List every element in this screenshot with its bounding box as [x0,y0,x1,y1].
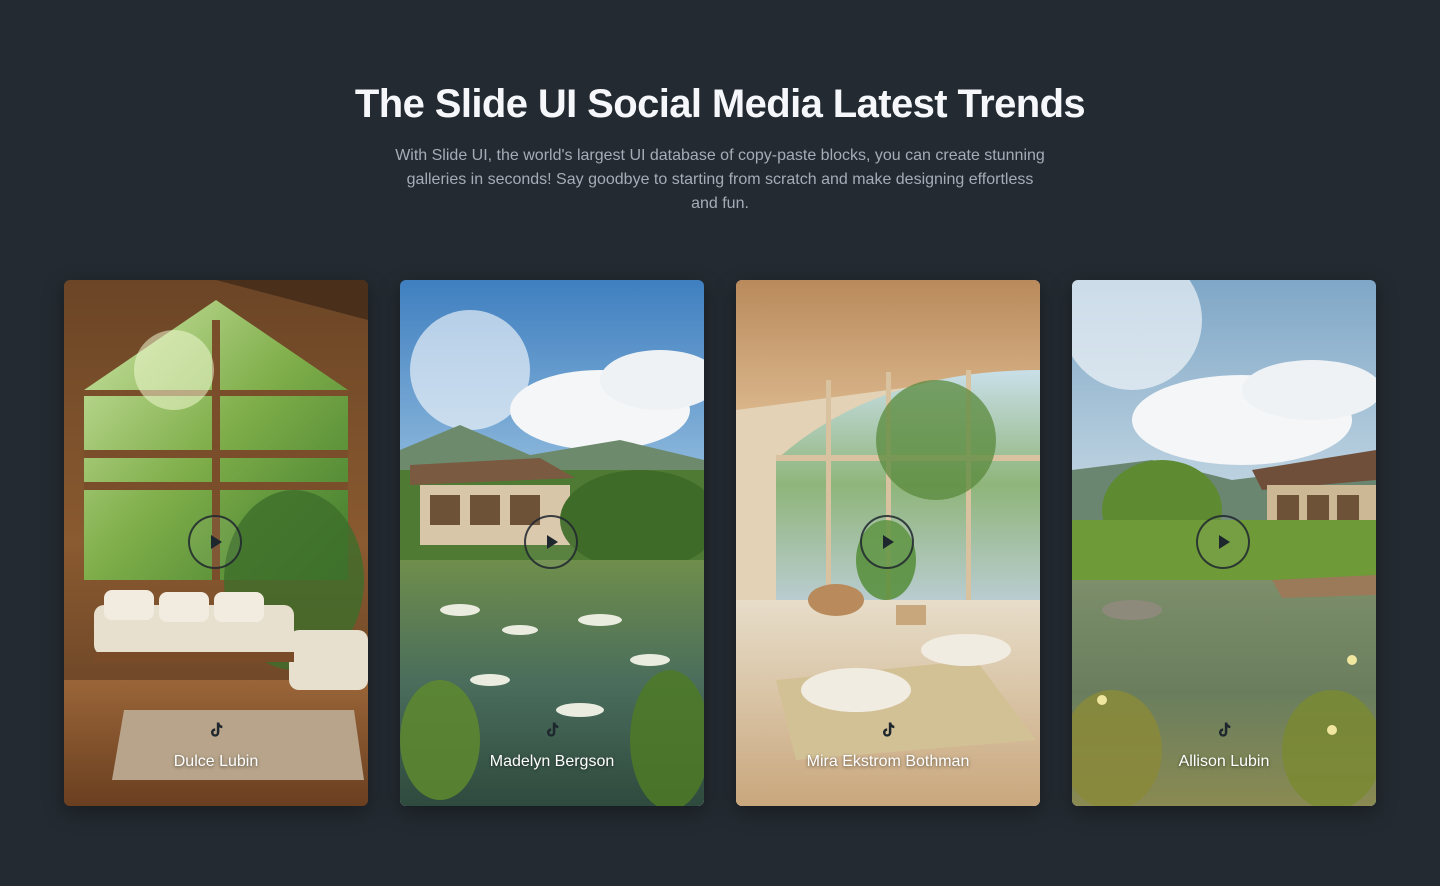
play-button[interactable] [524,515,578,569]
play-icon [883,535,894,549]
play-button[interactable] [188,515,242,569]
play-icon [211,535,222,549]
video-card[interactable]: Allison Lubin [1072,280,1376,806]
tiktok-icon[interactable] [206,720,226,740]
tiktok-icon[interactable] [542,720,562,740]
tiktok-icon[interactable] [1214,720,1234,740]
card-author-name: Mira Ekstrom Bothman [806,753,970,770]
page-title: The Slide UI Social Media Latest Trends [354,82,1086,126]
video-card[interactable]: Dulce Lubin [64,280,368,806]
video-gallery: Dulce Lubin Madelyn Bergson Mira Ekstrom… [64,280,1376,806]
video-card[interactable]: Mira Ekstrom Bothman [736,280,1040,806]
page-description: With Slide UI, the world's largest UI da… [395,147,1045,212]
play-icon [547,535,558,549]
card-author-name: Allison Lubin [1178,753,1270,770]
tiktok-icon[interactable] [878,720,898,740]
play-icon [1219,535,1230,549]
page: The Slide UI Social Media Latest Trends … [0,0,1440,886]
video-card[interactable]: Madelyn Bergson [400,280,704,806]
play-button[interactable] [860,515,914,569]
card-author-name: Madelyn Bergson [489,753,615,770]
card-author-name: Dulce Lubin [173,753,259,770]
play-button[interactable] [1196,515,1250,569]
